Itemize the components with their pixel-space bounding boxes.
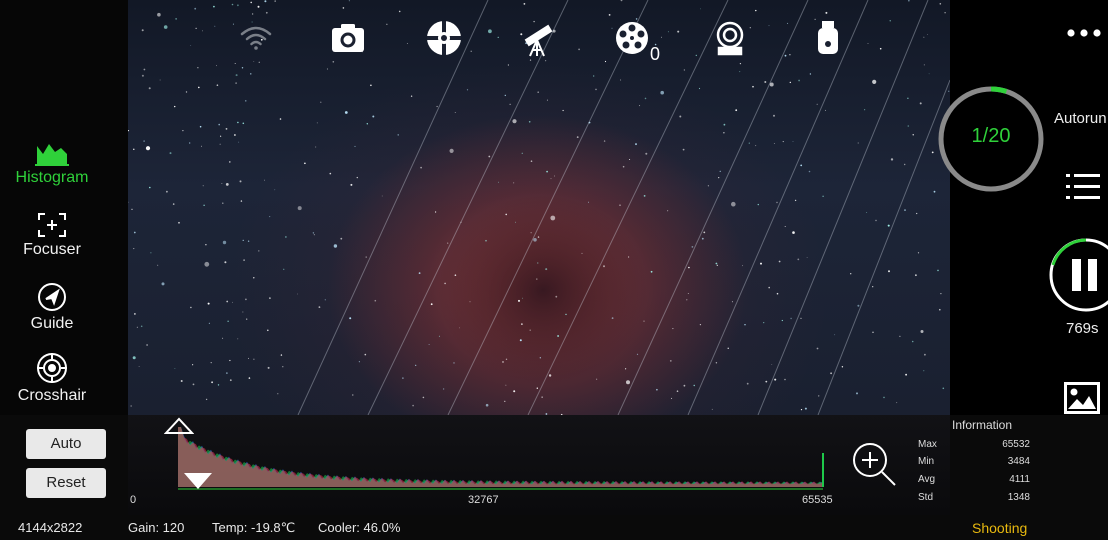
usb-drive-icon[interactable] bbox=[808, 18, 848, 58]
info-label: Min bbox=[918, 456, 935, 467]
telescope-icon[interactable] bbox=[518, 18, 558, 58]
filter-wheel-icon[interactable] bbox=[614, 18, 654, 58]
progress-ring[interactable]: 1/20 bbox=[936, 84, 1046, 194]
guide-icon bbox=[38, 283, 66, 311]
shooting-status: Shooting bbox=[972, 520, 1028, 536]
information-title: Information bbox=[951, 418, 1013, 432]
camera-icon[interactable] bbox=[328, 18, 368, 58]
info-label: Max bbox=[918, 439, 937, 450]
black-point-marker[interactable] bbox=[183, 472, 213, 495]
info-label: Avg bbox=[918, 474, 936, 485]
tool-guide[interactable]: Guide bbox=[0, 282, 104, 333]
exposure-remaining: 769s bbox=[1066, 320, 1099, 337]
image-icon bbox=[1064, 382, 1100, 414]
left-tool-panel: Histogram Focuser Guide Crosshair bbox=[0, 0, 128, 415]
gallery-button[interactable] bbox=[1064, 382, 1100, 419]
pause-icon bbox=[1072, 259, 1081, 291]
zoom-button[interactable] bbox=[850, 440, 898, 493]
filter-position: 0 bbox=[650, 44, 661, 64]
mount-icon[interactable] bbox=[424, 18, 464, 58]
tool-focuser[interactable]: Focuser bbox=[0, 212, 104, 259]
tool-label: Crosshair bbox=[17, 387, 87, 404]
info-label: Std bbox=[918, 492, 934, 503]
histogram-icon bbox=[35, 144, 69, 166]
live-image[interactable] bbox=[128, 0, 950, 415]
satellite-trails bbox=[297, 0, 950, 415]
axis-mid-label: 32767 bbox=[468, 494, 499, 506]
tool-label: Guide bbox=[30, 315, 74, 332]
list-button[interactable] bbox=[1066, 172, 1100, 207]
autorun-button[interactable]: Autorun bbox=[1054, 110, 1108, 127]
reset-button[interactable]: Reset bbox=[26, 468, 106, 498]
info-value: 65532 bbox=[1002, 439, 1030, 450]
info-value: 3484 bbox=[1007, 456, 1030, 467]
tool-crosshair[interactable]: Crosshair bbox=[0, 352, 104, 405]
crosshair-icon bbox=[37, 353, 67, 383]
more-menu-button[interactable] bbox=[1066, 26, 1102, 44]
info-value: 1348 bbox=[1007, 492, 1030, 503]
list-icon bbox=[1066, 174, 1100, 199]
white-point-marker[interactable] bbox=[163, 417, 195, 440]
tool-histogram[interactable]: Histogram bbox=[0, 140, 104, 187]
temperature-text: Temp: -19.8℃ bbox=[212, 520, 296, 535]
pause-button[interactable] bbox=[1048, 237, 1108, 313]
focuser-device-icon[interactable] bbox=[710, 18, 750, 58]
more-icon bbox=[1067, 29, 1101, 37]
gain-text: Gain: 120 bbox=[128, 520, 185, 535]
wifi-icon[interactable] bbox=[236, 18, 276, 58]
info-value: 4111 bbox=[1009, 474, 1030, 485]
resolution-text: 4144x2822 bbox=[18, 520, 83, 535]
auto-button[interactable]: Auto bbox=[26, 429, 106, 459]
histogram-channel bbox=[178, 427, 823, 487]
zoom-in-icon bbox=[853, 443, 896, 486]
tool-label: Histogram bbox=[15, 169, 89, 186]
axis-max-label: 65535 bbox=[802, 494, 833, 506]
cooler-text: Cooler: 46.0% bbox=[318, 520, 401, 535]
progress-label: 1/20 bbox=[971, 125, 1011, 147]
focuser-icon bbox=[38, 213, 66, 237]
tool-label: Focuser bbox=[23, 241, 81, 258]
axis-min-label: 0 bbox=[130, 494, 137, 506]
